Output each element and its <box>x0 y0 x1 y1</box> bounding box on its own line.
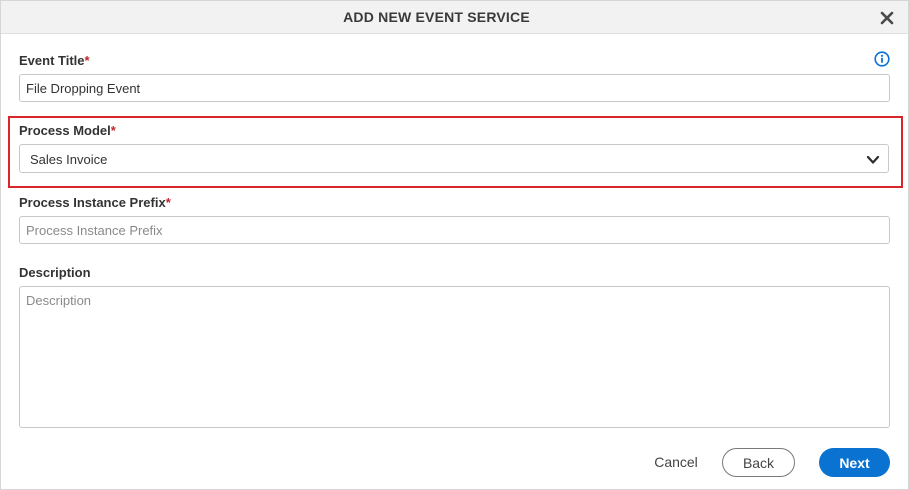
event-title-input[interactable] <box>19 74 890 102</box>
process-model-label: Process Model* <box>19 123 116 138</box>
process-instance-prefix-input[interactable] <box>19 216 890 244</box>
chevron-down-icon <box>866 153 880 165</box>
add-event-service-dialog: ADD NEW EVENT SERVICE Event Title* Proce… <box>0 0 909 490</box>
process-instance-prefix-label: Process Instance Prefix* <box>19 195 171 210</box>
process-model-selected-value: Sales Invoice <box>30 152 108 167</box>
dialog-header: ADD NEW EVENT SERVICE <box>1 1 908 34</box>
next-button[interactable]: Next <box>819 448 890 477</box>
info-icon[interactable] <box>874 51 890 67</box>
event-title-label: Event Title* <box>19 53 90 68</box>
process-model-label-text: Process Model <box>19 123 111 138</box>
process-instance-prefix-label-text: Process Instance Prefix <box>19 195 166 210</box>
description-textarea[interactable] <box>19 286 890 428</box>
back-button[interactable]: Back <box>722 448 795 477</box>
required-marker: * <box>165 195 171 210</box>
process-model-select[interactable]: Sales Invoice <box>19 144 889 173</box>
description-label-text: Description <box>19 265 91 280</box>
required-marker: * <box>84 53 90 68</box>
cancel-button[interactable]: Cancel <box>646 448 706 476</box>
dialog-title: ADD NEW EVENT SERVICE <box>343 9 530 25</box>
close-icon[interactable] <box>878 9 896 27</box>
required-marker: * <box>110 123 116 138</box>
event-title-label-text: Event Title <box>19 53 85 68</box>
description-label: Description <box>19 265 91 280</box>
